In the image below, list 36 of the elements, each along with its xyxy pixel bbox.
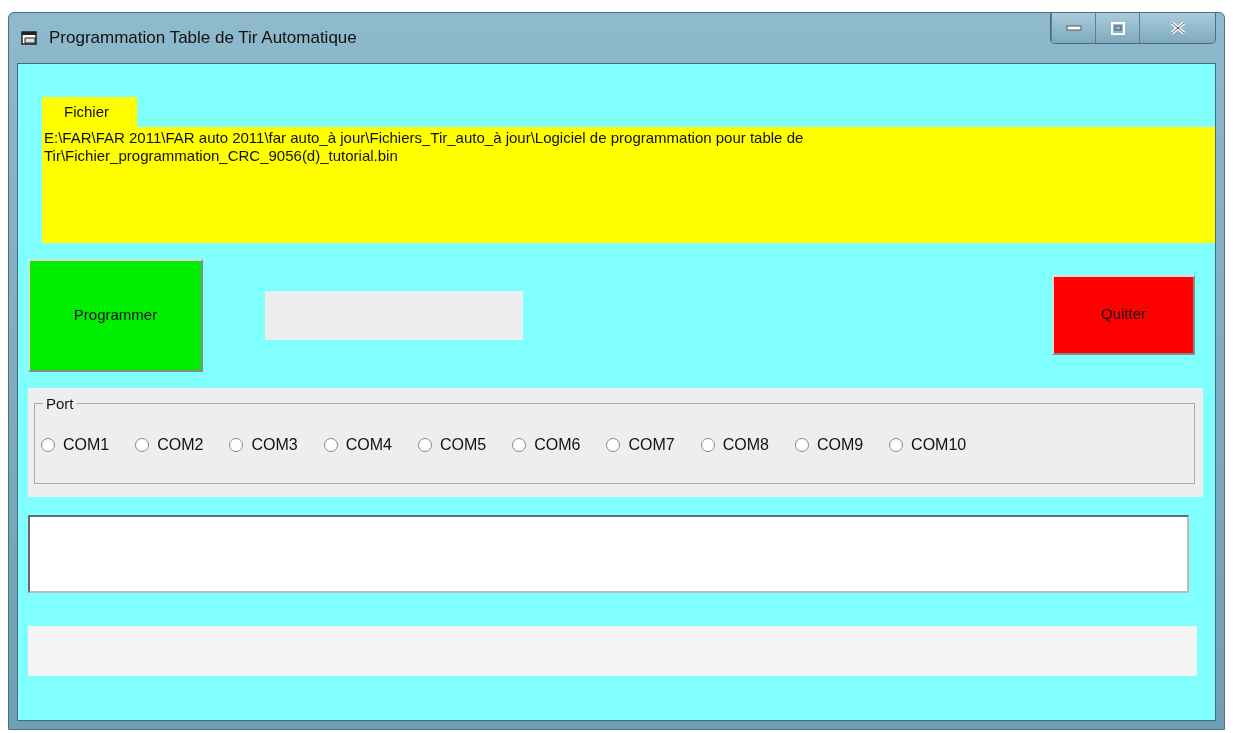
window-title: Programmation Table de Tir Automatique	[49, 27, 357, 50]
progress-field[interactable]	[265, 290, 523, 340]
port-label: Port	[45, 395, 75, 411]
port-option-label[interactable]: COM7	[628, 432, 675, 457]
port-option-label[interactable]: COM3	[251, 432, 298, 457]
quit-button[interactable]: Quitter	[1052, 274, 1195, 355]
minimize-button[interactable]	[1051, 13, 1095, 43]
radio-button[interactable]	[512, 437, 527, 452]
port-option-label[interactable]: COM8	[722, 432, 769, 457]
minimize-icon	[1065, 25, 1082, 31]
port-option-label[interactable]: COM9	[816, 432, 864, 457]
port-option-label[interactable]: COM5	[439, 432, 487, 457]
radio-button[interactable]	[794, 437, 809, 452]
status-field[interactable]	[28, 625, 1197, 676]
app-icon	[21, 30, 39, 46]
maximize-button[interactable]	[1095, 13, 1139, 43]
radio-button[interactable]	[606, 437, 621, 452]
radio-button[interactable]	[700, 437, 715, 452]
port-option-label[interactable]: COM10	[911, 432, 967, 457]
radio-button[interactable]	[417, 437, 432, 452]
file-label: Fichier	[42, 97, 137, 127]
program-button[interactable]: Programmer	[28, 258, 203, 372]
port-option-label[interactable]: COM2	[157, 432, 204, 457]
radio-button[interactable]	[323, 437, 338, 452]
maximize-icon	[1110, 21, 1125, 35]
output-field[interactable]	[28, 514, 1189, 593]
close-icon	[1169, 21, 1186, 35]
port-option-label[interactable]: COM4	[345, 432, 392, 457]
port-option-label[interactable]: COM1	[63, 432, 110, 457]
radio-button[interactable]	[135, 437, 150, 452]
radio-button[interactable]	[41, 437, 55, 452]
close-button[interactable]	[1139, 13, 1215, 43]
file-path: E:\FAR\FAR 2011\FAR auto 2011\far auto_à jour\Fichiers_Tir_auto_à jour\Logiciel de programmation pour table de Tir\Fichier_programmation_CRC_9056(d)_tutorial.bin	[42, 126, 1215, 243]
radio-button[interactable]	[889, 437, 904, 452]
port-option-label[interactable]: COM6	[534, 432, 581, 457]
radio-button[interactable]	[229, 437, 244, 452]
